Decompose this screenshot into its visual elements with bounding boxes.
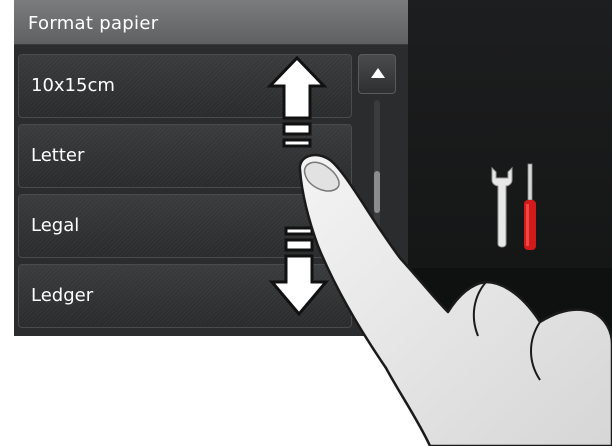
pointing-hand-icon [298, 153, 612, 446]
